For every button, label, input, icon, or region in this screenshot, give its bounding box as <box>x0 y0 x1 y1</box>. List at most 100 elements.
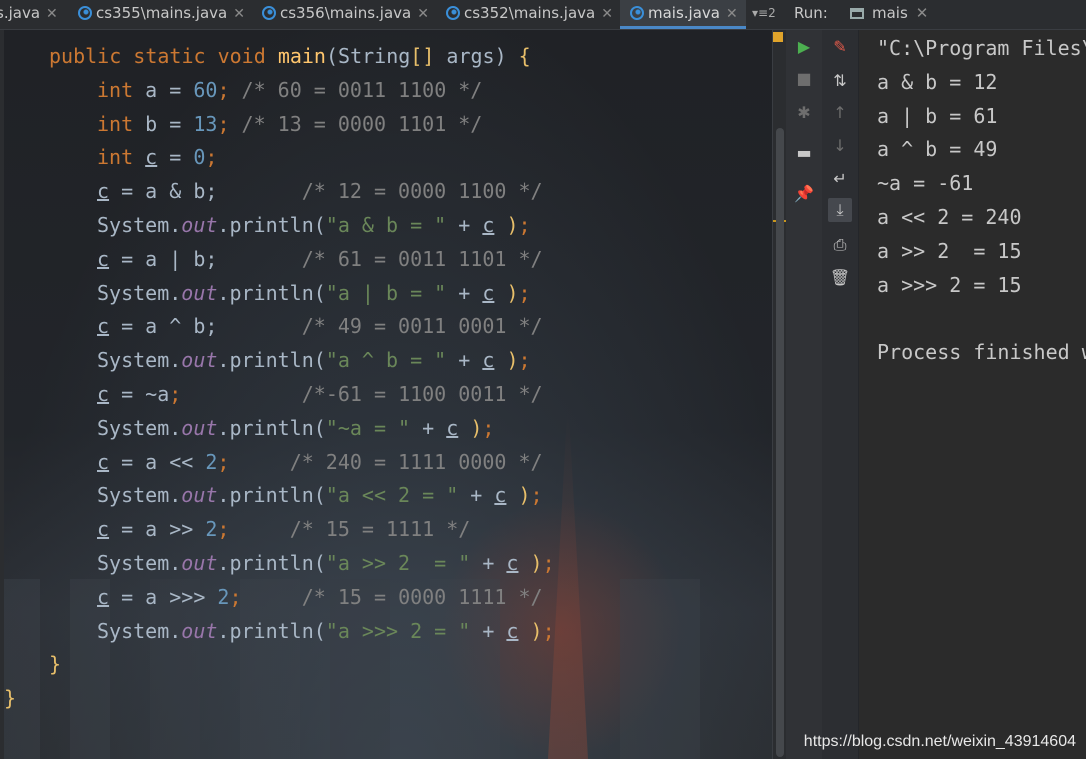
run-icon[interactable]: ▶ <box>792 35 816 59</box>
code-line: int a = 60; /* 60 = 0011 1100 */ <box>97 73 482 107</box>
code-token: .println( <box>217 483 326 508</box>
code-token: c <box>97 179 110 204</box>
code-token: System. <box>97 348 182 373</box>
code-token: 2 <box>205 449 218 474</box>
code-token: c <box>97 382 110 406</box>
code-token: int <box>97 77 146 102</box>
code-token: /* 240 = 1111 0000 */ <box>289 449 543 474</box>
java-class-icon <box>630 6 644 20</box>
close-icon[interactable]: ✕ <box>916 4 929 22</box>
code-token: + <box>446 348 483 373</box>
code-token: "a >> 2 = " <box>325 551 471 575</box>
close-icon[interactable]: ✕ <box>601 6 613 22</box>
code-line: System.out.println("a >>> 2 = " + c ); <box>97 614 555 648</box>
code-token: + <box>470 551 507 575</box>
clear-icon[interactable]: ✎ <box>828 35 852 59</box>
stop-icon[interactable]: ■ <box>792 67 816 91</box>
code-token: c <box>97 314 110 339</box>
code-editor[interactable]: public static void main(String[] args) {… <box>0 30 772 759</box>
tab-overflow-button[interactable]: ▾≡2 <box>752 0 776 29</box>
print-icon[interactable]: ⎙ <box>828 233 852 257</box>
code-line: c = a | b; /* 61 = 0011 1101 */ <box>97 242 543 276</box>
code-token: out <box>181 348 218 373</box>
java-class-icon <box>78 6 92 20</box>
code-token: out <box>181 618 218 643</box>
trash-icon[interactable]: 🗑 <box>828 266 852 290</box>
code-token: .println( <box>217 348 326 373</box>
sort-icon[interactable]: ⇅ <box>828 69 852 93</box>
code-token: int <box>97 145 146 170</box>
layout-icon[interactable]: ▬ <box>792 141 816 165</box>
close-icon[interactable]: ✕ <box>726 6 738 22</box>
editor-scrollbar[interactable] <box>772 30 787 759</box>
run-header: Run: mais ✕ <box>786 0 1086 30</box>
code-token: 60 <box>193 77 218 102</box>
soft-wrap-icon[interactable]: ↵ <box>828 167 852 191</box>
code-token: out <box>181 551 218 575</box>
code-token: System. <box>97 213 182 237</box>
code-token: c <box>97 246 110 271</box>
code-token: c <box>145 145 158 170</box>
code-token: c <box>506 618 519 643</box>
code-token: ; <box>217 77 242 102</box>
tab-cs352-mains[interactable]: cs352\mains.java ✕ <box>446 0 618 29</box>
code-token: ) <box>470 415 483 440</box>
tab-cs355-mains[interactable]: cs355\mains.java ✕ <box>78 0 248 29</box>
console-line: Process finished w <box>877 340 1086 365</box>
code-token: ; <box>217 517 230 542</box>
run-label: Run: <box>794 4 828 22</box>
code-token: + <box>410 415 447 440</box>
code-token: System. <box>97 483 182 508</box>
code-token: a = <box>145 77 194 102</box>
analysis-status-marker[interactable] <box>773 32 783 42</box>
run-console-output[interactable]: "C:\Program Files\ a & b = 12 a | b = 61 a … <box>859 30 1086 759</box>
code-token: "a >>> 2 = " <box>325 618 471 643</box>
tab-mais-java[interactable]: mais.java ✕ <box>620 0 746 29</box>
code-token: /* 15 = 0000 1111 */ <box>301 584 543 609</box>
scroll-to-end-icon[interactable]: ⤓ <box>828 198 852 222</box>
up-icon[interactable]: ↑ <box>828 101 852 125</box>
code-token: ; <box>518 213 531 237</box>
code-line: System.out.println("a << 2 = " + c ); <box>97 478 543 512</box>
tab-label: s.java <box>0 4 41 22</box>
code-line: int c = 0; <box>97 140 217 174</box>
tab-label: cs356\mains.java <box>280 4 412 22</box>
editor-gutter <box>0 30 4 759</box>
console-line: a & b = 12 <box>877 69 998 94</box>
code-token: ) <box>506 348 519 373</box>
run-tab[interactable]: mais ✕ <box>850 0 928 27</box>
code-token: System. <box>97 415 182 440</box>
scrollbar-thumb[interactable] <box>776 128 784 757</box>
code-line: System.out.println("a | b = " + c ); <box>97 276 531 310</box>
close-icon[interactable]: ✕ <box>46 6 58 22</box>
close-icon[interactable]: ✕ <box>233 6 245 22</box>
code-line: System.out.println("a & b = " + c ); <box>97 208 531 242</box>
code-line: } <box>49 647 61 681</box>
code-token: .println( <box>217 618 326 643</box>
code-token: 13 <box>193 111 218 136</box>
down-icon[interactable]: ↓ <box>828 134 852 158</box>
code-token: ) <box>518 483 531 508</box>
console-icon <box>850 8 864 19</box>
code-line: c = a >> 2; /* 15 = 1111 */ <box>97 512 470 546</box>
code-token: + <box>470 618 507 643</box>
debug-icon[interactable]: ✱ <box>792 101 816 125</box>
code-token: = <box>157 145 194 170</box>
code-token: "a & b = " <box>325 213 447 237</box>
code-token: /* 61 = 0011 1101 */ <box>301 246 543 271</box>
tab-label: cs352\mains.java <box>464 4 596 22</box>
console-line: a >>> 2 = 15 <box>877 272 1022 297</box>
code-token: out <box>181 213 218 237</box>
watermark-url: https://blog.csdn.net/weixin_43914604 <box>803 733 1076 750</box>
close-icon[interactable]: ✕ <box>417 6 429 22</box>
code-token: c <box>446 415 459 440</box>
code-token: ; <box>530 483 543 508</box>
tab-cs356-mains[interactable]: cs356\mains.java ✕ <box>262 0 434 29</box>
code-token: = ~a <box>109 382 170 406</box>
pin-icon[interactable]: 📌 <box>792 182 816 206</box>
code-token: ) <box>506 280 519 305</box>
tab-s-java[interactable]: s.java ✕ <box>0 0 64 29</box>
